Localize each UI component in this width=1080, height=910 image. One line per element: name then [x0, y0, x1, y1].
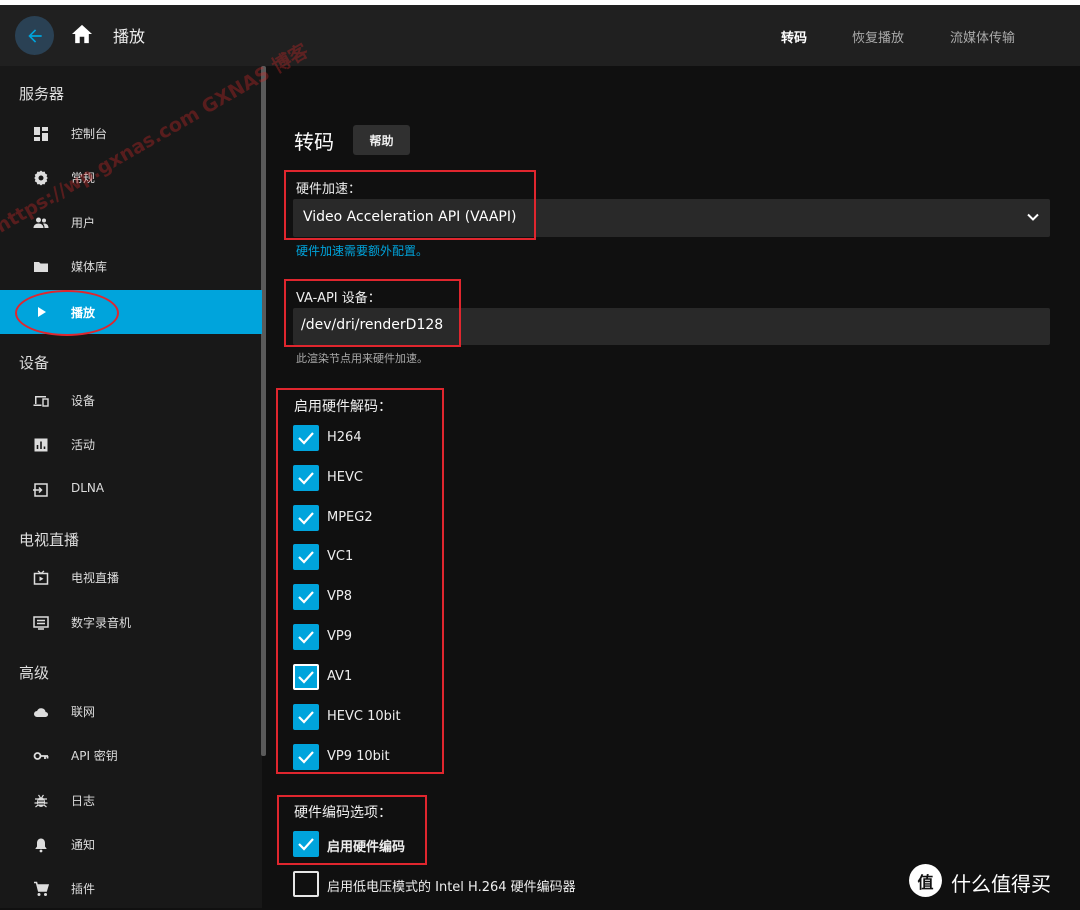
app-header: 播放 转码 恢复播放 流媒体传输 — [0, 5, 1080, 66]
sidebar-item-general[interactable]: 常规 — [0, 157, 262, 199]
brand-text: 什么值得买 — [951, 872, 1051, 896]
dashboard-icon — [34, 127, 48, 141]
brand-logo: 值 — [909, 864, 942, 897]
sidebar-item-label: 控制台 — [71, 127, 108, 141]
highlight-box-decoding — [276, 388, 444, 774]
sidebar-item-library[interactable]: 媒体库 — [0, 246, 262, 288]
sidebar-item-activity[interactable]: 活动 — [0, 424, 262, 466]
help-button[interactable]: 帮助 — [353, 125, 410, 155]
sidebar-item-network[interactable]: 联网 — [0, 691, 262, 733]
highlight-box-encoding — [277, 795, 427, 865]
sidebar-item-label: 媒体库 — [71, 260, 108, 274]
bug-icon — [34, 794, 48, 808]
tab-resume[interactable]: 恢复播放 — [852, 27, 904, 46]
header-title: 播放 — [113, 27, 146, 46]
sidebar-item-live-tv[interactable]: 电视直播 — [0, 557, 262, 599]
dvr-icon — [33, 616, 49, 630]
sidebar-item-dlna[interactable]: DLNA — [0, 469, 262, 511]
sidebar-item-logs[interactable]: 日志 — [0, 780, 262, 822]
hw-accel-help-link[interactable]: 硬件加速需要额外配置。 — [296, 242, 428, 259]
activity-icon — [34, 438, 48, 452]
sidebar-item-label: 插件 — [71, 882, 96, 896]
sidebar-item-dashboard[interactable]: 控制台 — [0, 113, 262, 155]
folder-icon — [34, 262, 48, 272]
bell-icon — [35, 838, 47, 853]
sidebar-item-api-keys[interactable]: API 密钥 — [0, 735, 262, 777]
cart-icon — [34, 881, 49, 896]
page-title: 转码 — [294, 130, 334, 154]
key-icon — [33, 752, 49, 760]
tab-transcoding[interactable]: 转码 — [781, 27, 807, 46]
encoding-option-label: 启用低电压模式的 Intel H.264 硬件编码器 — [327, 880, 576, 895]
section-title-server: 服务器 — [19, 85, 65, 103]
home-icon[interactable] — [71, 24, 93, 44]
sidebar-item-label: DLNA — [71, 481, 105, 495]
live-tv-icon — [33, 570, 49, 585]
sidebar-item-devices[interactable]: 设备 — [0, 380, 262, 422]
vaapi-device-help: 此渲染节点用来硬件加速。 — [296, 352, 428, 365]
sidebar-item-label: 设备 — [71, 394, 96, 408]
chevron-down-icon — [1027, 213, 1039, 221]
sidebar-item-dvr[interactable]: 数字录音机 — [0, 602, 262, 644]
tab-streaming[interactable]: 流媒体传输 — [950, 27, 1015, 46]
arrow-left-icon — [27, 28, 42, 43]
cloud-icon — [34, 708, 49, 718]
dlna-icon — [33, 483, 48, 497]
highlight-ellipse — [15, 290, 119, 336]
brand-watermark: 值 什么值得买 — [909, 864, 1075, 898]
sidebar-item-label: 常规 — [71, 171, 96, 185]
sidebar-item-label: 数字录音机 — [71, 616, 132, 630]
sidebar-item-label: 电视直播 — [71, 571, 120, 585]
section-title-advanced: 高级 — [19, 664, 50, 682]
back-button[interactable] — [15, 16, 54, 55]
sidebar-item-notifications[interactable]: 通知 — [0, 824, 262, 866]
highlight-box-hw-accel — [284, 170, 536, 240]
checkbox-unchecked[interactable] — [293, 871, 319, 897]
devices-icon — [33, 396, 49, 407]
sidebar-item-label: 联网 — [71, 705, 96, 719]
brand-logo-char: 值 — [917, 872, 934, 892]
sidebar-item-plugins[interactable]: 插件 — [0, 868, 262, 910]
section-title-livetv: 电视直播 — [19, 531, 80, 549]
sidebar-item-users[interactable]: 用户 — [0, 202, 262, 244]
highlight-box-vaapi — [284, 279, 461, 347]
users-icon — [33, 217, 49, 228]
sidebar-item-label: 活动 — [71, 438, 96, 452]
sidebar-item-label: API 密钥 — [71, 749, 118, 763]
gear-icon — [34, 170, 48, 186]
sidebar-item-label: 日志 — [71, 794, 96, 808]
sidebar-item-label: 用户 — [71, 216, 96, 230]
section-title-devices: 设备 — [19, 354, 50, 372]
sidebar-item-label: 通知 — [71, 838, 96, 852]
